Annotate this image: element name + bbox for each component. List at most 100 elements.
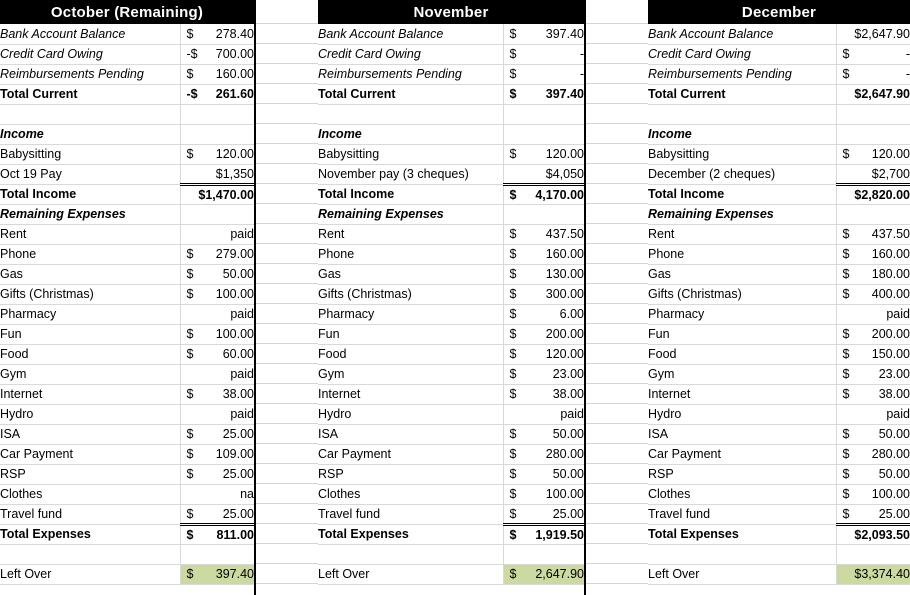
row-bank-account-balance[interactable]: Bank Account Balance $278.40 [0,24,254,45]
row-expense-clothes[interactable]: Clothes $100.00 [648,484,910,505]
row-expense-clothes[interactable]: Clothes na [0,484,254,505]
row-expense-gas[interactable]: Gas $130.00 [318,264,584,285]
row-expense-phone[interactable]: Phone $160.00 [318,244,584,265]
row-pay[interactable]: December (2 cheques) $2,700 [648,164,910,185]
row-expense-food[interactable]: Food $120.00 [318,344,584,365]
label-rent: Rent [648,224,837,245]
row-expense-rent[interactable]: Rent $437.50 [318,224,584,245]
row-expense-internet[interactable]: Internet $38.00 [318,384,584,405]
value-credit-card-owing: -$ 700.00 [180,44,254,65]
row-expense-food[interactable]: Food $60.00 [0,344,254,365]
row-reimbursements-pending[interactable]: Reimbursements Pending $160.00 [0,64,254,85]
row-expense-travel_fund[interactable]: Travel fund $25.00 [318,504,584,525]
row-credit-card-owing[interactable]: Credit Card Owing $ - [318,44,584,65]
row-expense-hydro[interactable]: Hydro paid [318,404,584,425]
value-gym: $23.00 [503,364,584,385]
row-expense-gifts[interactable]: Gifts (Christmas) $400.00 [648,284,910,305]
value-rent: paid [180,224,254,245]
row-expense-isa[interactable]: ISA $50.00 [648,424,910,445]
label-pay: Oct 19 Pay [0,164,181,185]
currency-symbol: $ [509,87,517,101]
row-expense-fun[interactable]: Fun $200.00 [648,324,910,345]
value-remaining-expenses-header [180,204,254,225]
value-clothes: $100.00 [836,484,910,505]
row-expense-phone[interactable]: Phone $160.00 [648,244,910,265]
row-remaining-expenses-header[interactable]: Remaining Expenses [318,204,584,225]
spacer-cell [318,104,504,125]
row-expense-gym[interactable]: Gym $23.00 [318,364,584,385]
label-hydro: Hydro [0,404,181,425]
row-expense-internet[interactable]: Internet $38.00 [0,384,254,405]
row-income-header[interactable]: Income [318,124,584,145]
row-babysitting[interactable]: Babysitting $120.00 [0,144,254,165]
row-expense-gas[interactable]: Gas $180.00 [648,264,910,285]
row-remaining-expenses-header[interactable]: Remaining Expenses [0,204,254,225]
row-expense-pharmacy[interactable]: Pharmacy paid [0,304,254,325]
row-credit-card-owing[interactable]: Credit Card Owing -$ 700.00 [0,44,254,65]
row-bank-account-balance[interactable]: Bank Account Balance $2,647.90 [648,24,910,45]
row-reimbursements-pending[interactable]: Reimbursements Pending $ - [318,64,584,85]
row-expense-fun[interactable]: Fun $200.00 [318,324,584,345]
value-rsp: $25.00 [180,464,254,485]
value-total-expenses: $811.00 [180,522,254,545]
row-bank-account-balance[interactable]: Bank Account Balance $397.40 [318,24,584,45]
row-expense-gym[interactable]: Gym $23.00 [648,364,910,385]
row-expense-rent[interactable]: Rent $437.50 [648,224,910,245]
row-expense-fun[interactable]: Fun $100.00 [0,324,254,345]
value-pay: $4,050 [503,164,584,185]
row-total-expenses[interactable]: Total Expenses $811.00 [0,522,254,545]
row-expense-internet[interactable]: Internet $38.00 [648,384,910,405]
value-isa: $50.00 [836,424,910,445]
row-expense-travel_fund[interactable]: Travel fund $25.00 [648,504,910,525]
row-income-header[interactable]: Income [648,124,910,145]
row-remaining-expenses-header[interactable]: Remaining Expenses [648,204,910,225]
row-expense-gas[interactable]: Gas $50.00 [0,264,254,285]
row-left-over[interactable]: Left Over $2,647.90 [318,564,584,585]
row-expense-hydro[interactable]: Hydro paid [0,404,254,425]
row-expense-food[interactable]: Food $150.00 [648,344,910,365]
row-left-over[interactable]: Left Over $3,374.40 [648,564,910,585]
row-expense-travel_fund[interactable]: Travel fund $25.00 [0,504,254,525]
row-expense-phone[interactable]: Phone $279.00 [0,244,254,265]
row-expense-rsp[interactable]: RSP $50.00 [648,464,910,485]
row-expense-gym[interactable]: Gym paid [0,364,254,385]
row-babysitting[interactable]: Babysitting $120.00 [318,144,584,165]
row-pay[interactable]: Oct 19 Pay $1,350 [0,164,254,185]
row-left-over[interactable]: Left Over $397.40 [0,564,254,585]
row-reimbursements-pending[interactable]: Reimbursements Pending $ - [648,64,910,85]
row-total-current[interactable]: Total Current -$ 261.60 [0,84,254,105]
row-total-expenses[interactable]: Total Expenses $1,919.50 [318,522,584,545]
row-income-header[interactable]: Income [0,124,254,145]
row-total-income[interactable]: Total Income $4,170.00 [318,182,584,205]
row-expense-hydro[interactable]: Hydro paid [648,404,910,425]
row-expense-rsp[interactable]: RSP $50.00 [318,464,584,485]
label-gifts: Gifts (Christmas) [0,284,181,305]
label-left-over: Left Over [648,564,837,585]
row-expense-pharmacy[interactable]: Pharmacy $6.00 [318,304,584,325]
row-expense-car_payment[interactable]: Car Payment $280.00 [318,444,584,465]
value-car_payment: $109.00 [180,444,254,465]
row-total-expenses[interactable]: Total Expenses $2,093.50 [648,522,910,545]
currency-symbol: $ [186,247,194,261]
row-total-income[interactable]: Total Income $2,820.00 [648,182,910,205]
row-babysitting[interactable]: Babysitting $120.00 [648,144,910,165]
row-total-income[interactable]: Total Income $1,470.00 [0,182,254,205]
row-expense-clothes[interactable]: Clothes $100.00 [318,484,584,505]
currency-symbol: $ [186,67,194,81]
row-expense-rent[interactable]: Rent paid [0,224,254,245]
month-header-row: December [648,0,910,24]
row-expense-isa[interactable]: ISA $50.00 [318,424,584,445]
row-expense-car_payment[interactable]: Car Payment $280.00 [648,444,910,465]
row-credit-card-owing[interactable]: Credit Card Owing $ - [648,44,910,65]
row-total-current[interactable]: Total Current $397.40 [318,84,584,105]
row-expense-gifts[interactable]: Gifts (Christmas) $300.00 [318,284,584,305]
row-expense-gifts[interactable]: Gifts (Christmas) $100.00 [0,284,254,305]
row-total-current[interactable]: Total Current $2,647.90 [648,84,910,105]
row-expense-rsp[interactable]: RSP $25.00 [0,464,254,485]
value-pharmacy: $6.00 [503,304,584,325]
row-expense-pharmacy[interactable]: Pharmacy paid [648,304,910,325]
value-phone: $279.00 [180,244,254,265]
row-expense-isa[interactable]: ISA $25.00 [0,424,254,445]
row-pay[interactable]: November pay (3 cheques) $4,050 [318,164,584,185]
row-expense-car_payment[interactable]: Car Payment $109.00 [0,444,254,465]
